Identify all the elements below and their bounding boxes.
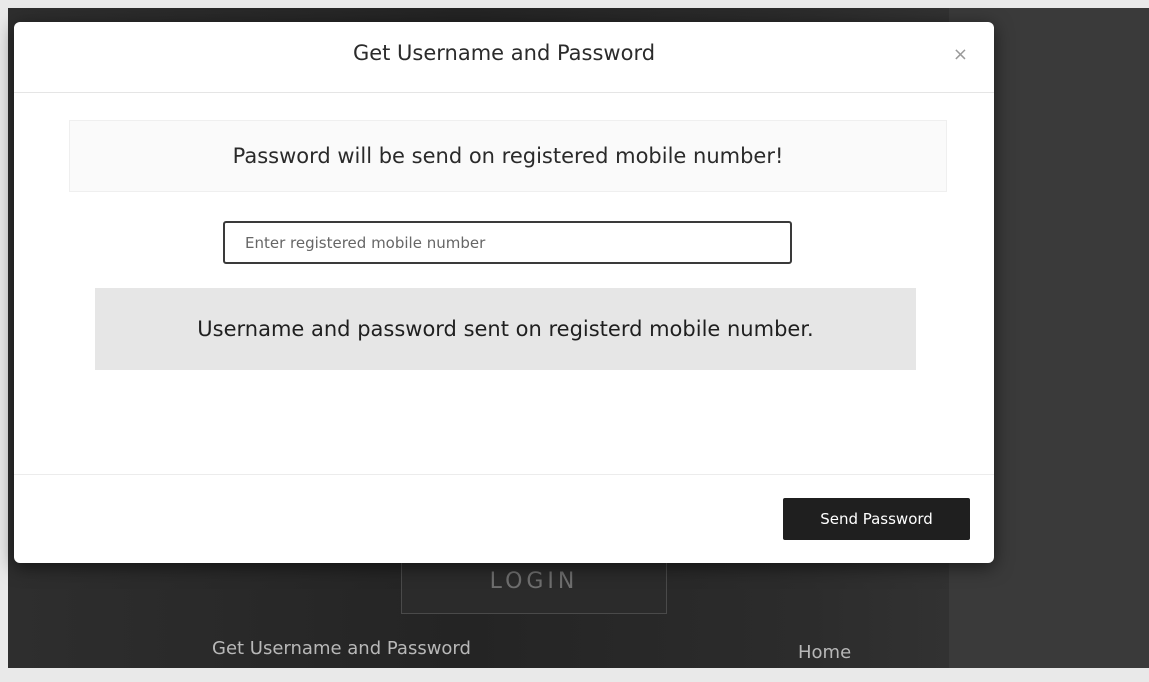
- close-icon[interactable]: ×: [953, 44, 968, 65]
- footer-divider: [14, 474, 994, 475]
- success-message: Username and password sent on registerd …: [95, 288, 916, 370]
- bottom-band: [0, 668, 1149, 682]
- send-password-button[interactable]: Send Password: [783, 498, 970, 540]
- mobile-number-input[interactable]: [223, 221, 792, 264]
- info-message: Password will be send on registered mobi…: [69, 120, 947, 192]
- screen: LOGIN Get Username and Password Home Get…: [0, 0, 1149, 682]
- get-username-password-link[interactable]: Get Username and Password: [212, 638, 471, 659]
- home-link[interactable]: Home: [798, 642, 851, 663]
- modal-header: Get Username and Password ×: [14, 22, 994, 93]
- get-credentials-modal: Get Username and Password × Password wil…: [14, 22, 994, 563]
- modal-title: Get Username and Password: [352, 41, 656, 65]
